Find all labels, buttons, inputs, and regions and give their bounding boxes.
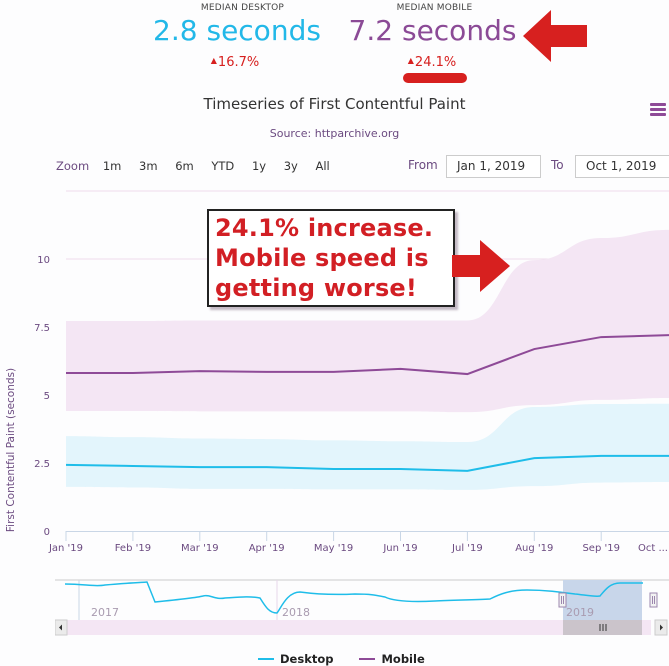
legend-swatch-desktop	[258, 658, 274, 660]
legend-item-mobile[interactable]: Mobile	[359, 652, 424, 666]
kpi-mobile-label: MEDIAN MOBILE	[352, 3, 517, 13]
zoom-1m-button[interactable]: 1m	[103, 159, 122, 173]
annotation-callout: 24.1% increase. Mobile speed is getting …	[207, 209, 455, 307]
legend-label-desktop: Desktop	[280, 652, 333, 666]
zoom-ytd-button[interactable]: YTD	[211, 159, 234, 173]
chart-title: Timeseries of First Contentful Paint	[0, 95, 669, 113]
navigator-handle-left[interactable]	[559, 593, 566, 607]
x-tick-label: Aug '19	[515, 543, 553, 554]
zoom-6m-button[interactable]: 6m	[175, 159, 194, 173]
zoom-label: Zoom	[56, 159, 89, 173]
legend-swatch-mobile	[359, 658, 375, 660]
zoom-all-button[interactable]: All	[316, 159, 330, 173]
x-tick-label: Feb '19	[115, 543, 151, 554]
y-tick-label: 5	[44, 391, 50, 402]
legend: Desktop Mobile	[258, 649, 447, 666]
kpi-desktop-label: MEDIAN DESKTOP	[160, 3, 325, 13]
x-tick-label: Apr '19	[249, 543, 285, 554]
x-tick-label: Jun '19	[382, 543, 417, 554]
kpi-desktop-change: ▲16.7%	[160, 55, 310, 70]
x-tick-label: Mar '19	[181, 543, 219, 554]
navigator-year-label: 2017	[91, 606, 119, 619]
annotation-line: getting worse!	[215, 273, 447, 303]
zoom-3m-button[interactable]: 3m	[139, 159, 158, 173]
navigator[interactable]: 2017 2018 2019	[55, 578, 669, 638]
chart-subtitle: Source: httparchive.org	[0, 127, 669, 140]
navigator-year-label: 2019	[566, 606, 594, 619]
arrow-right-annotation-icon	[452, 240, 516, 292]
navigator-series-line	[65, 582, 643, 613]
zoom-selector: Zoom 1m 3m 6m YTD 1y 3y All	[56, 159, 344, 173]
x-tick-label: Sep '19	[582, 543, 620, 554]
navigator-handle-right[interactable]	[650, 593, 657, 607]
range-to-input[interactable]: Oct 1, 2019	[575, 155, 669, 178]
range-to-label: To	[551, 158, 564, 172]
legend-item-desktop[interactable]: Desktop	[258, 652, 333, 666]
arrow-up-icon: ▲	[211, 56, 217, 65]
zoom-3y-button[interactable]: 3y	[284, 159, 298, 173]
x-tick-label: Jul '19	[451, 543, 483, 554]
band-desktop	[66, 404, 669, 490]
annotation-line: 24.1% increase.	[215, 213, 447, 243]
y-tick-label: 7.5	[34, 323, 50, 334]
y-tick-label: 10	[37, 255, 50, 266]
x-tick-label: Oct ...	[638, 543, 668, 554]
range-from-label: From	[408, 158, 438, 172]
range-from-input[interactable]: Jan 1, 2019	[446, 155, 541, 178]
hamburger-icon[interactable]	[650, 103, 666, 118]
y-tick-label: 2.5	[34, 459, 50, 470]
underline-highlight	[403, 73, 467, 83]
navigator-year-label: 2018	[282, 606, 310, 619]
zoom-1y-button[interactable]: 1y	[252, 159, 266, 173]
kpi-mobile-change-value: 24.1%	[415, 55, 456, 70]
kpi-mobile-change: ▲24.1%	[357, 55, 507, 70]
annotation-line: Mobile speed is	[215, 243, 447, 273]
x-tick-label: Jan '19	[48, 543, 83, 554]
legend-label-mobile: Mobile	[381, 652, 424, 666]
y-tick-label: 0	[44, 527, 50, 538]
y-axis-label: First Contentful Paint (seconds)	[5, 368, 17, 532]
navigator-selected-range	[563, 580, 642, 626]
kpi-mobile-value: 7.2 seconds	[335, 14, 530, 47]
kpi-desktop-value: 2.8 seconds	[142, 14, 332, 47]
arrow-up-icon: ▲	[408, 56, 414, 65]
kpi-desktop-change-value: 16.7%	[218, 55, 259, 70]
arrow-left-annotation-icon	[523, 10, 589, 62]
x-tick-label: May '19	[314, 543, 353, 554]
